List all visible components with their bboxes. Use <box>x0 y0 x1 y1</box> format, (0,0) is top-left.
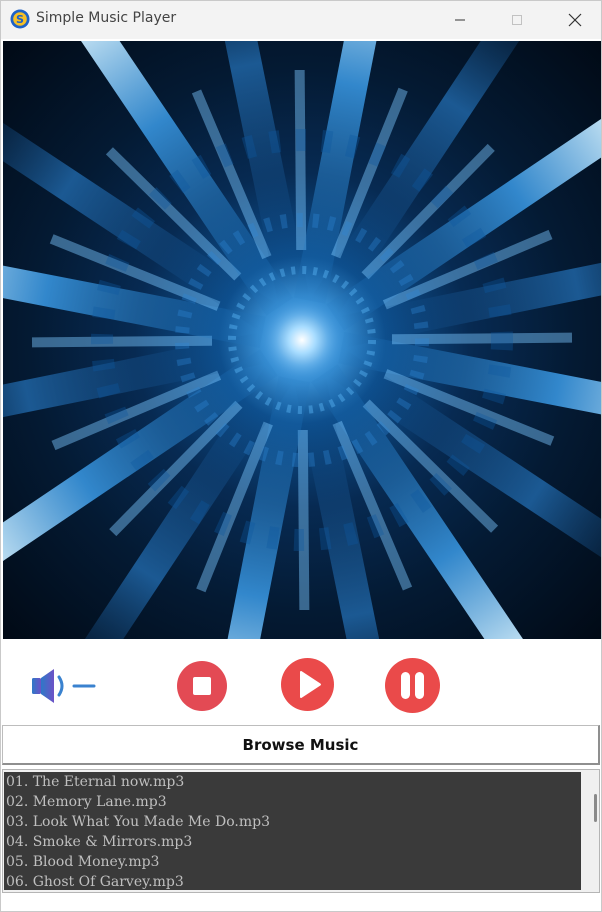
playlist-item[interactable]: 06. Ghost Of Garvey.mp3 <box>4 872 581 890</box>
pause-icon <box>385 658 440 713</box>
playlist-item[interactable]: 01. The Eternal now.mp3 <box>4 772 581 792</box>
pause-button[interactable] <box>384 657 441 714</box>
playlist[interactable]: 01. The Eternal now.mp3 02. Memory Lane.… <box>4 772 581 890</box>
play-icon <box>281 658 334 711</box>
playlist-scrollbar[interactable] <box>585 772 597 890</box>
art-ray <box>297 429 310 611</box>
playlist-item[interactable]: 04. Smoke & Mirrors.mp3 <box>4 832 581 852</box>
maximize-icon <box>512 15 522 25</box>
close-button[interactable] <box>552 1 598 39</box>
volume-button[interactable] <box>31 667 97 705</box>
kaleidoscope-artwork <box>3 41 601 639</box>
close-icon <box>568 13 582 27</box>
title-bar: S Simple Music Player <box>1 1 601 39</box>
speaker-icon <box>32 669 96 703</box>
play-button[interactable] <box>280 657 335 712</box>
svg-text:S: S <box>16 13 24 26</box>
app-window: S Simple Music Player Browse Music 01. T… <box>0 0 602 912</box>
minimize-button[interactable] <box>437 1 483 39</box>
playback-controls <box>1 641 601 725</box>
bottom-strip <box>2 895 600 911</box>
stop-button[interactable] <box>176 660 228 712</box>
maximize-button[interactable] <box>494 1 540 39</box>
minimize-icon <box>455 19 465 21</box>
browse-music-button[interactable]: Browse Music <box>2 725 600 765</box>
app-s-logo-icon: S <box>10 9 30 29</box>
playlist-item[interactable]: 05. Blood Money.mp3 <box>4 852 581 872</box>
playlist-panel: 01. The Eternal now.mp3 02. Memory Lane.… <box>2 769 600 893</box>
album-art <box>3 41 601 639</box>
playlist-item[interactable]: 03. Look What You Made Me Do.mp3 <box>4 812 581 832</box>
scrollbar-thumb[interactable] <box>594 794 597 822</box>
window-title: Simple Music Player <box>36 10 177 26</box>
playlist-item[interactable]: 02. Memory Lane.mp3 <box>4 792 581 812</box>
stop-icon <box>177 661 227 711</box>
